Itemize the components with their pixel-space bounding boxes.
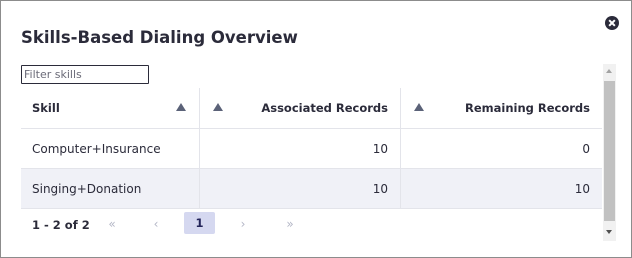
filter-skills-input[interactable] xyxy=(21,65,149,84)
sort-ascending-icon[interactable] xyxy=(176,103,186,111)
vertical-scrollbar[interactable] xyxy=(603,64,616,241)
skill-cell: Computer+Insurance xyxy=(32,141,161,156)
remaining-records-cell: 0 xyxy=(400,129,602,168)
last-page-button[interactable]: » xyxy=(283,215,297,233)
close-icon[interactable] xyxy=(605,16,619,30)
column-header-remaining-records[interactable]: Remaining Records xyxy=(400,88,602,128)
sort-ascending-icon[interactable] xyxy=(213,103,223,111)
associated-records-cell: 10 xyxy=(199,169,400,208)
table-row[interactable]: Computer+Insurance 10 0 xyxy=(21,129,602,169)
column-header-skill[interactable]: Skill xyxy=(21,88,199,128)
column-header-label: Associated Records xyxy=(261,101,388,115)
scroll-down-arrow-icon[interactable] xyxy=(606,230,612,234)
pagination-bar: 1 - 2 of 2 « ‹ 1 › » xyxy=(21,209,602,238)
column-header-associated-records[interactable]: Associated Records xyxy=(199,88,400,128)
associated-records-cell: 10 xyxy=(199,129,400,168)
column-header-label: Skill xyxy=(32,101,60,115)
skills-overview-dialog: Skills-Based Dialing Overview Skill Asso… xyxy=(0,0,632,258)
column-header-label: Remaining Records xyxy=(464,101,590,115)
next-page-button[interactable]: › xyxy=(238,215,248,233)
skill-cell: Singing+Donation xyxy=(32,181,142,196)
table-row[interactable]: Singing+Donation 10 10 xyxy=(21,169,602,209)
pagination-info: 1 - 2 of 2 xyxy=(32,218,90,232)
dialog-title: Skills-Based Dialing Overview xyxy=(21,28,298,47)
previous-page-button[interactable]: ‹ xyxy=(151,215,161,233)
first-page-button[interactable]: « xyxy=(105,215,119,233)
scroll-thumb[interactable] xyxy=(604,81,615,221)
page-1-button[interactable]: 1 xyxy=(184,212,215,234)
scroll-up-arrow-icon[interactable] xyxy=(606,69,612,73)
remaining-records-cell: 10 xyxy=(400,169,602,208)
sort-ascending-icon[interactable] xyxy=(414,103,424,111)
table-header-row: Skill Associated Records Remaining Recor… xyxy=(21,88,602,129)
skills-grid: Skill Associated Records Remaining Recor… xyxy=(21,88,602,238)
